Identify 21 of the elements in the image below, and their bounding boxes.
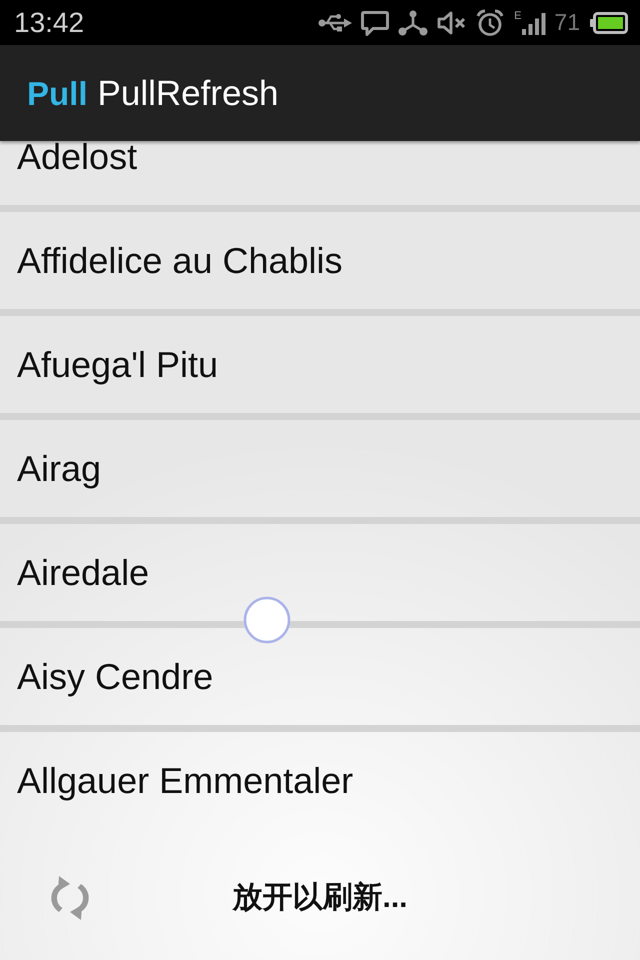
chat-bubble-icon (361, 10, 390, 36)
list-item[interactable]: Airag (0, 420, 640, 517)
app-logo: Pull (27, 76, 88, 110)
list-item[interactable]: Allgauer Emmentaler (0, 732, 640, 829)
network-type-label: E (514, 10, 522, 22)
battery-icon (590, 12, 628, 34)
alarm-clock-icon (476, 8, 504, 36)
node-graph-icon (398, 10, 428, 36)
refresh-message: 放开以刷新... (232, 880, 408, 916)
mute-icon (437, 10, 468, 36)
list-item[interactable]: Afuega'l Pitu (0, 316, 640, 413)
list-item[interactable]: Airedale (0, 524, 640, 621)
list-item[interactable]: Adelost (0, 141, 640, 205)
touch-circle-icon (243, 596, 291, 644)
signal-bars-icon (522, 12, 546, 34)
list-item[interactable]: Affidelice au Chablis (0, 212, 640, 309)
battery-percent: 71 (554, 11, 580, 34)
clock-time: 13:42 (14, 8, 84, 36)
app-title: PullRefresh (98, 76, 278, 110)
list-item[interactable]: Aisy Cendre (0, 628, 640, 725)
usb-icon (318, 12, 352, 32)
